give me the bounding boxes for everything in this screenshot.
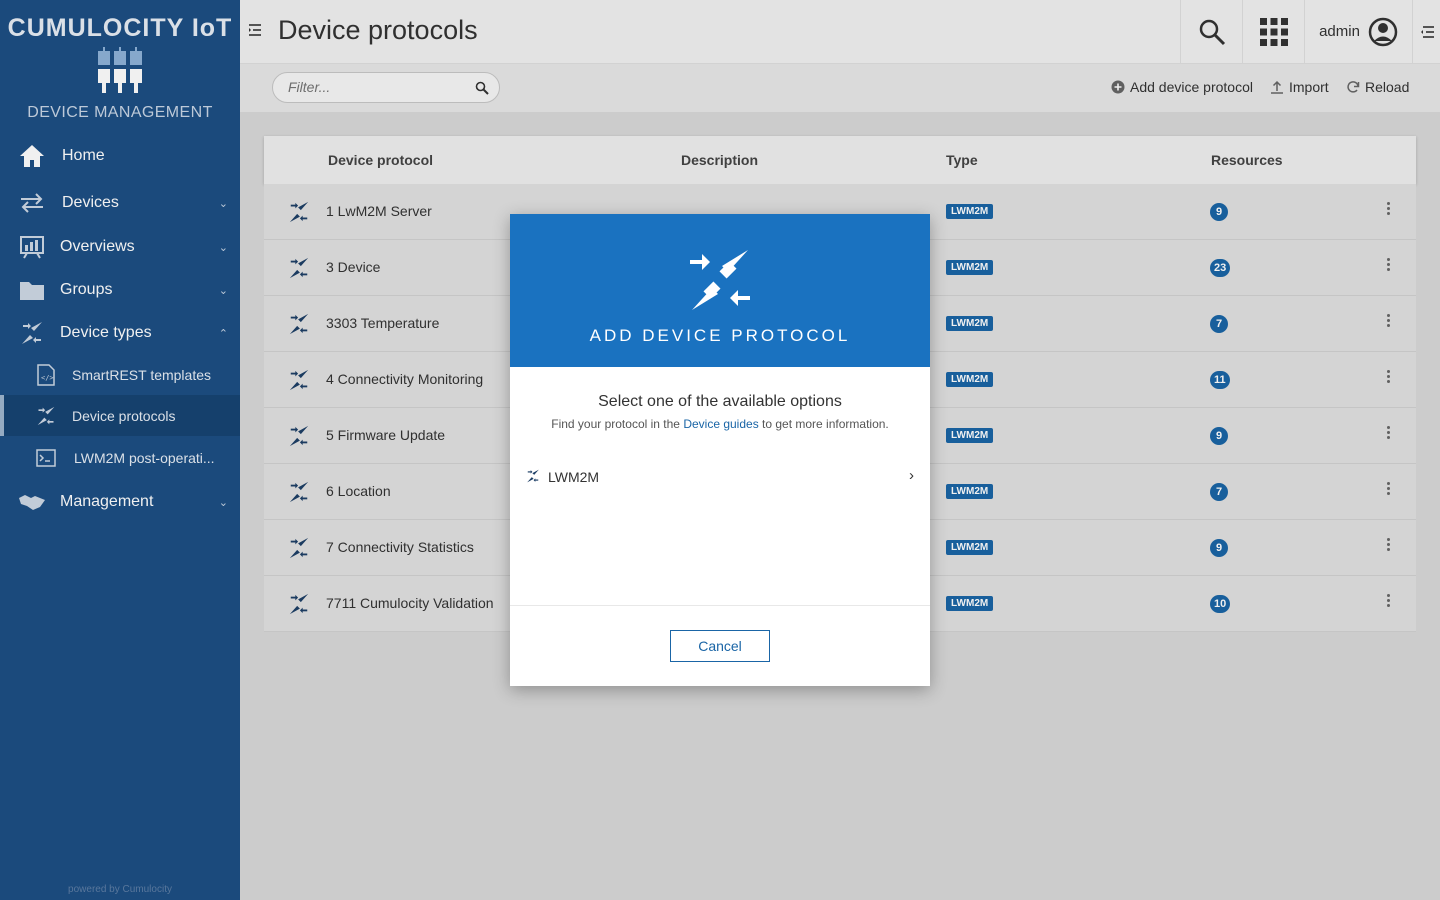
cancel-button[interactable]: Cancel (670, 630, 770, 662)
add-device-protocol-dialog: ADD DEVICE PROTOCOL Select one of the av… (510, 214, 930, 686)
chevron-right-icon: › (909, 467, 914, 484)
plug-connect-icon (690, 250, 750, 310)
plug-icon (527, 469, 539, 483)
device-guides-link[interactable]: Device guides (683, 417, 758, 431)
modal-footer: Cancel (510, 605, 930, 686)
modal-subtitle: Select one of the available options (598, 393, 842, 410)
protocol-option-lwm2m[interactable]: LWM2M › (510, 461, 930, 493)
modal-header: ADD DEVICE PROTOCOL (510, 214, 930, 367)
protocol-option-label: LWM2M (548, 469, 600, 485)
hint-prefix: Find your protocol in the (551, 417, 684, 431)
hint-suffix: to get more information. (758, 417, 889, 431)
modal-title: ADD DEVICE PROTOCOL (589, 326, 851, 345)
modal-hint: Find your protocol in the Device guides … (510, 417, 930, 431)
